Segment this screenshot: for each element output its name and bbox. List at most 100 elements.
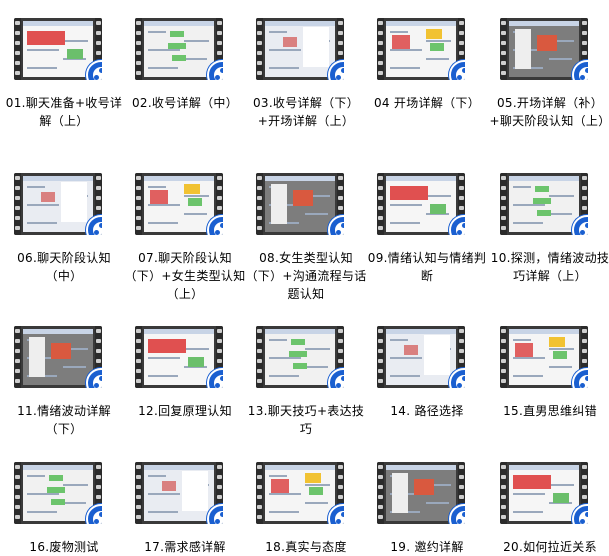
thumbnail-content-block bbox=[51, 343, 71, 359]
thumbnail-text-line bbox=[269, 357, 301, 359]
reel-disc bbox=[579, 67, 588, 80]
video-thumbnail-icon[interactable] bbox=[135, 173, 223, 235]
video-thumbnail-icon[interactable] bbox=[377, 173, 465, 235]
thumbnail-text-line bbox=[513, 493, 545, 495]
video-thumbnail-icon[interactable] bbox=[377, 462, 465, 524]
thumbnail-content-block bbox=[533, 198, 551, 204]
video-thumbnail-icon[interactable] bbox=[500, 326, 588, 388]
video-thumbnail-icon[interactable] bbox=[500, 462, 588, 524]
video-thumbnail-icon[interactable] bbox=[135, 18, 223, 80]
video-file-name: 19. 邀约详解 bbox=[390, 540, 464, 554]
thumbnail-frame bbox=[144, 21, 214, 77]
thumbnail-toolbar bbox=[509, 465, 579, 470]
thumbnail-content-block bbox=[283, 37, 297, 47]
film-strip-left bbox=[14, 326, 21, 388]
thumbnail-text-line bbox=[148, 31, 166, 33]
video-file-name: 01.聊天准备+收号详解（上） bbox=[5, 96, 123, 128]
thumbnail-content-block bbox=[184, 184, 200, 194]
thumbnail-content-block bbox=[291, 339, 305, 345]
thumbnail-text-line bbox=[148, 493, 180, 495]
film-strip-left bbox=[500, 18, 507, 80]
thumbnail-content-block bbox=[535, 186, 549, 192]
video-thumbnail-icon[interactable] bbox=[256, 462, 344, 524]
video-thumbnail-icon[interactable] bbox=[500, 173, 588, 235]
film-strip-left bbox=[256, 462, 263, 524]
reel-disc bbox=[93, 511, 102, 524]
thumbnail-text-line bbox=[305, 348, 330, 350]
thumbnail-toolbar bbox=[23, 176, 93, 181]
thumbnail-text-line bbox=[549, 195, 574, 197]
thumbnail-content-block bbox=[392, 35, 410, 49]
video-thumbnail-icon[interactable] bbox=[256, 18, 344, 80]
thumbnail-content-block bbox=[289, 351, 307, 357]
reel-disc bbox=[456, 67, 465, 80]
reel-disc bbox=[214, 375, 223, 388]
thumbnail-text-line bbox=[426, 40, 451, 42]
thumbnail-frame bbox=[386, 21, 456, 77]
thumbnail-frame bbox=[23, 329, 93, 385]
film-strip-left bbox=[135, 18, 142, 80]
thumbnail-content-block bbox=[430, 43, 444, 51]
video-file-name: 10.探测，情绪波动技巧详解（上） bbox=[490, 251, 609, 283]
thumbnail-text-line bbox=[63, 366, 86, 368]
thumbnail-content-block bbox=[303, 27, 329, 67]
thumbnail-toolbar bbox=[144, 465, 214, 470]
video-thumbnail-icon[interactable] bbox=[135, 326, 223, 388]
thumbnail-text-line bbox=[148, 204, 180, 206]
video-thumbnail-icon[interactable] bbox=[14, 173, 102, 235]
thumbnail-frame bbox=[23, 465, 93, 521]
film-strip-left bbox=[377, 326, 384, 388]
thumbnail-toolbar bbox=[386, 465, 456, 470]
thumbnail-content-block bbox=[390, 186, 428, 200]
video-thumbnail-icon[interactable] bbox=[14, 18, 102, 80]
thumbnail-frame bbox=[509, 176, 579, 232]
video-thumbnail-icon[interactable] bbox=[256, 326, 344, 388]
video-thumbnail-icon[interactable] bbox=[256, 173, 344, 235]
film-strip-left bbox=[377, 18, 384, 80]
thumbnail-text-line bbox=[148, 186, 166, 188]
thumbnail-frame bbox=[23, 21, 93, 77]
thumbnail-content-block bbox=[513, 475, 551, 489]
thumbnail-toolbar bbox=[265, 176, 335, 181]
video-thumbnail-icon[interactable] bbox=[14, 326, 102, 388]
thumbnail-frame bbox=[23, 176, 93, 232]
video-thumbnail-icon[interactable] bbox=[135, 462, 223, 524]
film-strip-left bbox=[500, 326, 507, 388]
video-thumbnail-icon[interactable] bbox=[14, 462, 102, 524]
thumbnail-text-line bbox=[513, 511, 543, 513]
film-strip-left bbox=[135, 173, 142, 235]
film-strip-left bbox=[256, 18, 263, 80]
thumbnail-text-line bbox=[426, 502, 449, 504]
thumbnail-text-line bbox=[184, 58, 207, 60]
film-strip-left bbox=[500, 462, 507, 524]
video-thumbnail-icon[interactable] bbox=[500, 18, 588, 80]
thumbnail-content-block bbox=[424, 335, 450, 375]
thumbnail-text-line bbox=[513, 222, 543, 224]
video-thumbnail-icon[interactable] bbox=[377, 18, 465, 80]
video-file-name: 03.收号详解（下）+开场详解（上） bbox=[252, 96, 360, 128]
thumbnail-content-block bbox=[41, 192, 55, 202]
thumbnail-content-block bbox=[27, 31, 65, 45]
video-file-name: 02.收号详解（中） bbox=[131, 96, 239, 110]
thumbnail-toolbar bbox=[509, 329, 579, 334]
thumbnail-text-line bbox=[184, 40, 209, 42]
thumbnail-content-block bbox=[51, 499, 65, 505]
thumbnail-content-block bbox=[392, 473, 408, 513]
thumbnail-content-block bbox=[271, 184, 287, 224]
thumbnail-text-line bbox=[148, 357, 180, 359]
thumbnail-toolbar bbox=[265, 329, 335, 334]
thumbnail-text-line bbox=[148, 375, 178, 377]
reel-disc bbox=[456, 511, 465, 524]
thumbnail-text-line bbox=[27, 511, 57, 513]
thumbnail-frame bbox=[509, 21, 579, 77]
thumbnail-text-line bbox=[63, 484, 88, 486]
thumbnail-text-line bbox=[63, 502, 86, 504]
video-file-name: 13.聊天技巧+表达技巧 bbox=[247, 404, 365, 436]
thumbnail-content-block bbox=[162, 481, 176, 491]
thumbnail-content-block bbox=[549, 337, 565, 347]
video-file-name: 15.直男思维纠错 bbox=[503, 404, 597, 418]
video-file-name: 12.回复原理认知 bbox=[138, 404, 232, 418]
thumbnail-text-line bbox=[63, 40, 88, 42]
film-strip-left bbox=[377, 462, 384, 524]
video-thumbnail-icon[interactable] bbox=[377, 326, 465, 388]
